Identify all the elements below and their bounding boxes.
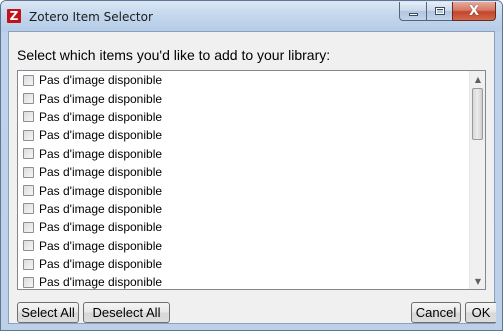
item-checkbox[interactable] (23, 111, 34, 123)
select-all-button[interactable]: Select All (17, 302, 79, 323)
item-label: Pas d'image disponible (39, 183, 163, 198)
window-controls: X (399, 2, 496, 22)
list-item[interactable]: Pas d'image disponible (18, 255, 470, 273)
dialog-body: Select which items you'd like to add to … (8, 31, 496, 324)
close-icon: X (468, 3, 480, 19)
vertical-scrollbar[interactable]: ▲ ▼ (469, 71, 485, 289)
item-checkbox[interactable] (23, 258, 34, 270)
item-checkbox[interactable] (23, 93, 34, 105)
scrollbar-thumb[interactable] (472, 88, 483, 140)
window-title: Zotero Item Selector (29, 10, 153, 24)
list-item[interactable]: Pas d'image disponible (18, 273, 470, 289)
list-item[interactable]: Pas d'image disponible (18, 218, 470, 236)
item-checkbox[interactable] (23, 276, 34, 288)
item-checkbox[interactable] (23, 129, 34, 141)
maximize-icon (434, 7, 445, 15)
item-label: Pas d'image disponible (39, 73, 163, 88)
item-label: Pas d'image disponible (39, 201, 163, 216)
item-label: Pas d'image disponible (39, 91, 163, 106)
scroll-up-arrow-icon[interactable]: ▲ (470, 71, 485, 87)
list-item[interactable]: Pas d'image disponible (18, 163, 470, 181)
list-item[interactable]: Pas d'image disponible (18, 89, 470, 107)
item-label: Pas d'image disponible (39, 165, 163, 180)
close-button[interactable]: X (452, 2, 496, 21)
item-checkbox[interactable] (23, 148, 34, 160)
list-item[interactable]: Pas d'image disponible (18, 237, 470, 255)
title-bar[interactable]: Z Zotero Item Selector X (1, 1, 502, 31)
item-list[interactable]: Pas d'image disponible Pas d'image dispo… (17, 70, 486, 290)
item-label: Pas d'image disponible (39, 146, 163, 161)
cancel-button[interactable]: Cancel (411, 302, 461, 323)
dialog-prompt: Select which items you'd like to add to … (17, 47, 331, 63)
list-item[interactable]: Pas d'image disponible (18, 126, 470, 144)
zotero-item-selector-window: Z Zotero Item Selector X Select which it… (0, 0, 503, 331)
list-item[interactable]: Pas d'image disponible (18, 200, 470, 218)
item-checkbox[interactable] (23, 166, 34, 178)
list-item[interactable]: Pas d'image disponible (18, 108, 470, 126)
item-checkbox[interactable] (23, 185, 34, 197)
minimize-icon (408, 12, 418, 16)
list-item[interactable]: Pas d'image disponible (18, 71, 470, 89)
scroll-down-arrow-icon[interactable]: ▼ (470, 273, 485, 289)
item-checkbox[interactable] (23, 203, 34, 215)
zotero-app-icon: Z (7, 9, 21, 23)
ok-button[interactable]: OK (465, 302, 496, 323)
item-label: Pas d'image disponible (39, 238, 163, 253)
item-label: Pas d'image disponible (39, 257, 163, 272)
maximize-button[interactable] (426, 2, 452, 21)
list-item[interactable]: Pas d'image disponible (18, 145, 470, 163)
item-list-content: Pas d'image disponible Pas d'image dispo… (18, 71, 470, 289)
item-label: Pas d'image disponible (39, 128, 163, 143)
deselect-all-button[interactable]: Deselect All (83, 302, 170, 323)
item-checkbox[interactable] (23, 74, 34, 86)
minimize-button[interactable] (399, 2, 426, 21)
item-label: Pas d'image disponible (39, 109, 163, 124)
item-checkbox[interactable] (23, 221, 34, 233)
item-label: Pas d'image disponible (39, 275, 163, 289)
list-item[interactable]: Pas d'image disponible (18, 181, 470, 199)
item-label: Pas d'image disponible (39, 220, 163, 235)
item-checkbox[interactable] (23, 240, 34, 252)
